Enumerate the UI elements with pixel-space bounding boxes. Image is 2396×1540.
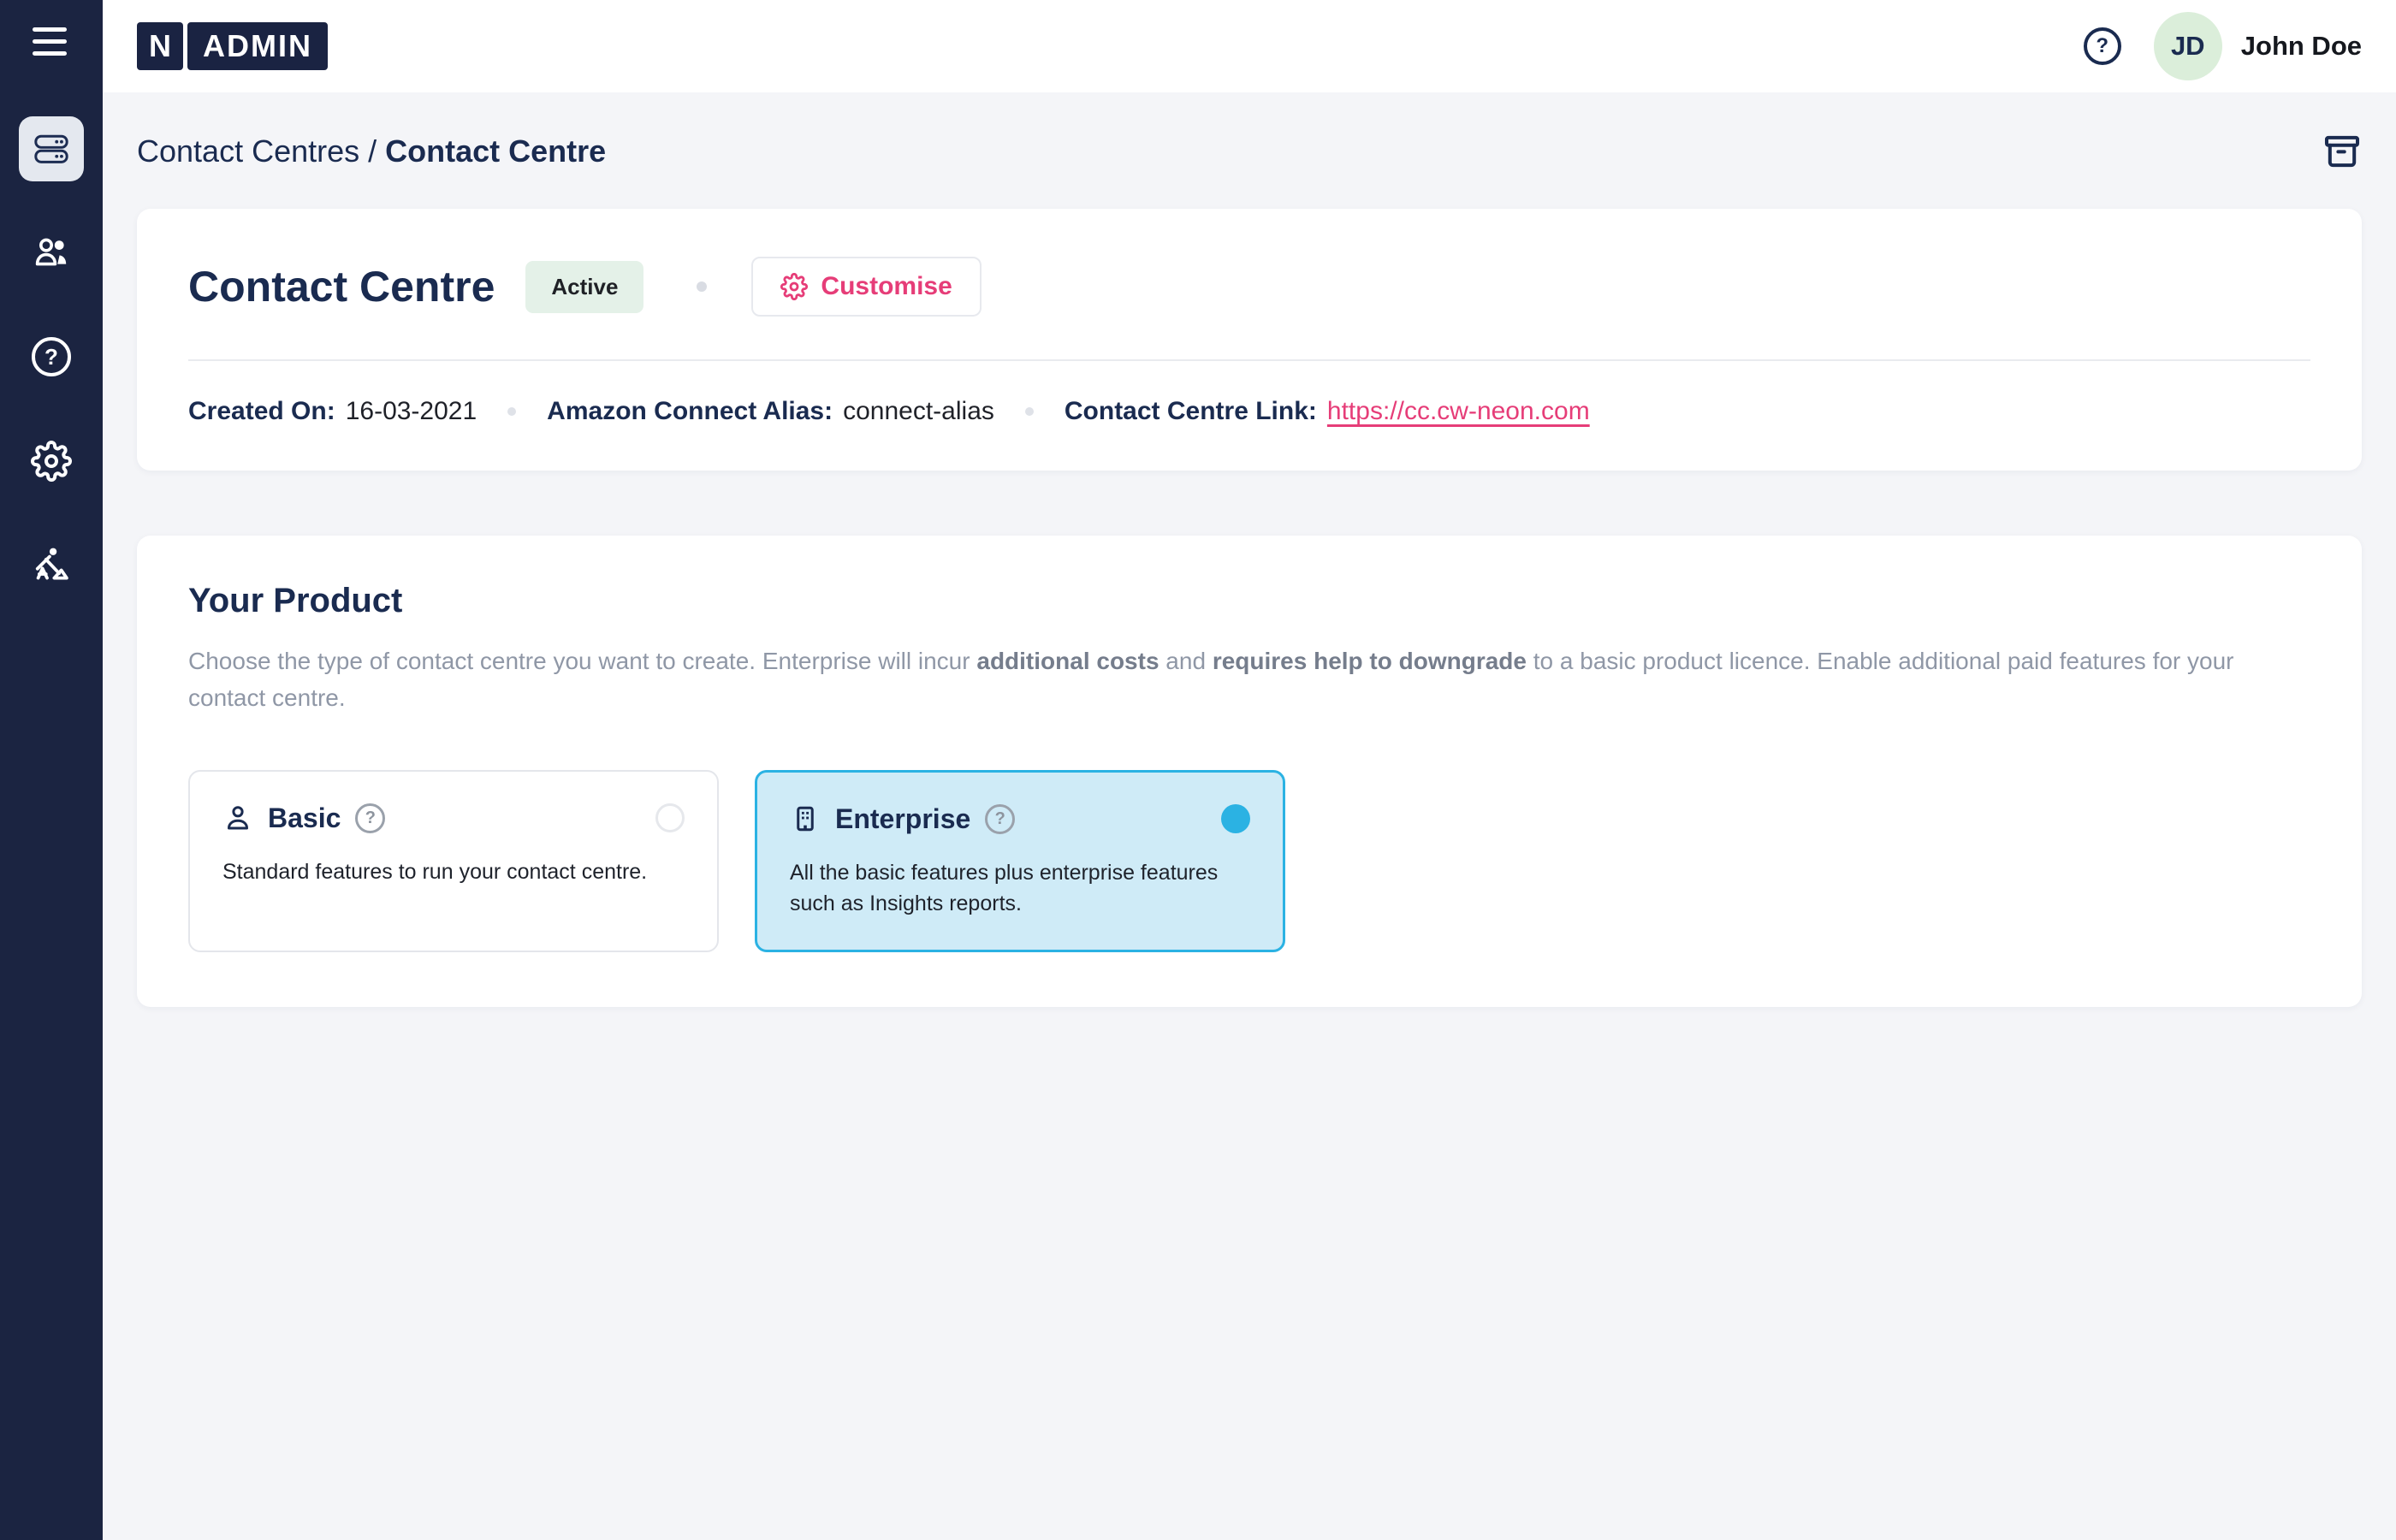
breadcrumb: Contact Centres / Contact Centre bbox=[137, 133, 606, 169]
separator-dot bbox=[697, 281, 707, 292]
product-option-enterprise[interactable]: Enterprise ? All the basic features plus… bbox=[755, 770, 1285, 953]
section-title: Your Product bbox=[188, 582, 2310, 620]
gear-icon bbox=[780, 273, 808, 300]
page-title: Contact Centre bbox=[188, 262, 495, 311]
separator-dot bbox=[507, 407, 516, 416]
servers-icon bbox=[30, 127, 73, 170]
customise-button[interactable]: Customise bbox=[751, 257, 981, 317]
breadcrumb-current: Contact Centre bbox=[385, 133, 606, 169]
radio-enterprise[interactable] bbox=[1221, 804, 1250, 833]
meta-value: connect-alias bbox=[843, 397, 994, 426]
building-icon bbox=[790, 803, 821, 834]
option-name: Basic bbox=[268, 803, 341, 834]
customise-button-label: Customise bbox=[821, 272, 952, 301]
option-description: All the basic features plus enterprise f… bbox=[790, 857, 1250, 920]
help-circle-icon[interactable]: ? bbox=[2084, 27, 2121, 65]
sidebar: ? bbox=[0, 0, 103, 1540]
gear-icon bbox=[31, 441, 72, 482]
meta-label: Contact Centre Link: bbox=[1065, 397, 1317, 426]
sidebar-item-maintenance[interactable] bbox=[0, 542, 103, 589]
section-description: Choose the type of contact centre you wa… bbox=[188, 643, 2310, 717]
logo-admin: ADMIN bbox=[187, 22, 328, 70]
meta-label: Amazon Connect Alias: bbox=[547, 397, 833, 426]
radio-basic[interactable] bbox=[655, 803, 685, 832]
user-name: John Doe bbox=[2241, 31, 2362, 62]
avatar[interactable]: JD bbox=[2154, 12, 2222, 80]
sidebar-item-users[interactable] bbox=[0, 229, 103, 275]
sidebar-item-settings[interactable] bbox=[0, 438, 103, 484]
users-icon bbox=[31, 232, 72, 273]
option-description: Standard features to run your contact ce… bbox=[222, 856, 685, 887]
breadcrumb-parent[interactable]: Contact Centres bbox=[137, 133, 359, 169]
help-circle-icon: ? bbox=[32, 337, 71, 376]
person-icon bbox=[222, 803, 253, 833]
option-name: Enterprise bbox=[835, 803, 970, 835]
content-area: Contact Centres / Contact Centre Contact… bbox=[103, 92, 2396, 1540]
your-product-card: Your Product Choose the type of contact … bbox=[137, 536, 2362, 1007]
logo-n: N bbox=[137, 22, 183, 70]
menu-icon[interactable] bbox=[33, 27, 67, 63]
topbar: N ADMIN ? JD John Doe bbox=[103, 0, 2396, 92]
help-circle-icon[interactable]: ? bbox=[355, 803, 385, 833]
breadcrumb-separator: / bbox=[359, 133, 385, 169]
meta-value: 16-03-2021 bbox=[346, 397, 477, 426]
contact-centre-card: Contact Centre Active Customise Created … bbox=[137, 209, 2362, 471]
product-option-basic[interactable]: Basic ? Standard features to run your co… bbox=[188, 770, 719, 953]
sidebar-item-contact-centres[interactable] bbox=[19, 116, 84, 181]
status-badge: Active bbox=[525, 261, 643, 313]
sidebar-item-help[interactable]: ? bbox=[0, 334, 103, 380]
separator-dot bbox=[1025, 407, 1034, 416]
help-circle-icon[interactable]: ? bbox=[985, 804, 1015, 834]
construction-icon bbox=[30, 544, 73, 587]
meta-label: Created On: bbox=[188, 397, 335, 426]
archive-icon[interactable] bbox=[2322, 132, 2362, 171]
meta-row: Created On: 16-03-2021 Amazon Connect Al… bbox=[188, 397, 2310, 426]
app-logo: N ADMIN bbox=[137, 22, 328, 70]
contact-centre-link[interactable]: https://cc.cw-neon.com bbox=[1327, 397, 1590, 426]
divider bbox=[188, 359, 2310, 361]
